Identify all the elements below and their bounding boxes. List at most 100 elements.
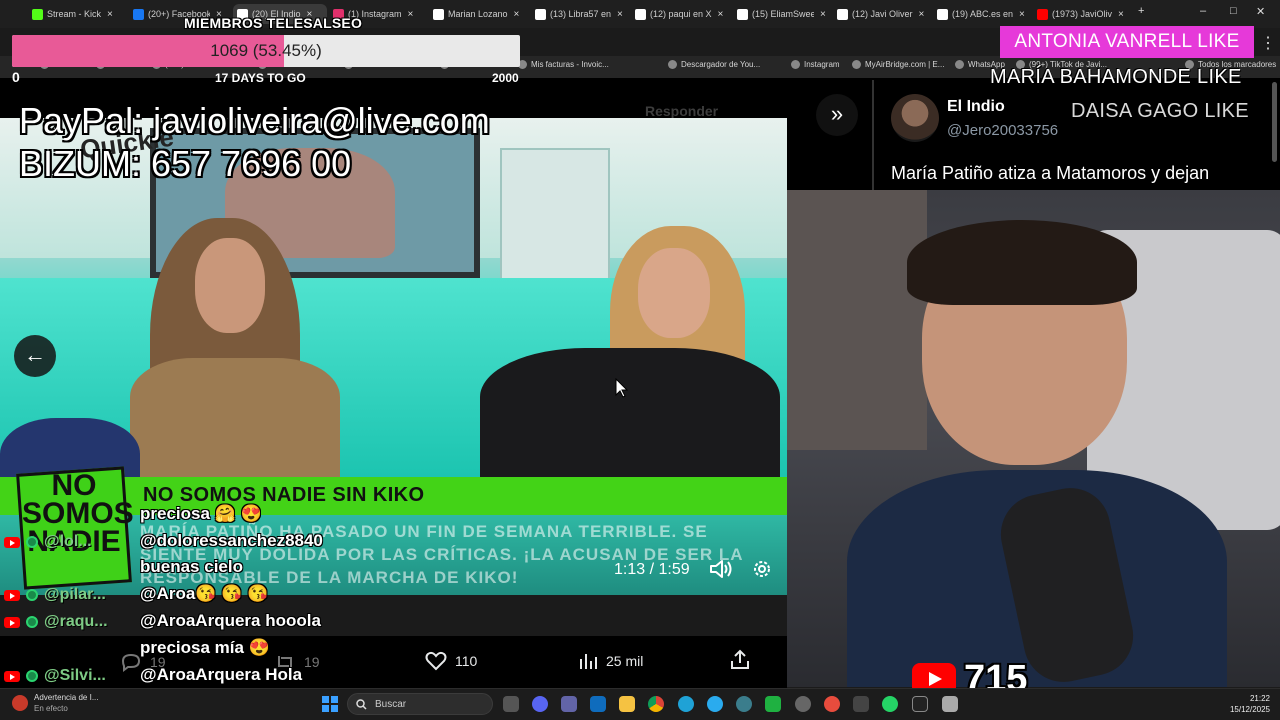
obs-icon[interactable] <box>853 696 869 712</box>
views-count: 25 mil <box>606 653 644 669</box>
tab-favicon-icon <box>32 8 43 20</box>
heart-icon <box>425 651 447 671</box>
streamer-hair <box>907 220 1137 305</box>
chat-message: @doloressanchez8840 <box>140 531 323 550</box>
tab-close-icon[interactable]: × <box>718 9 724 20</box>
goal-progress-label: 1069 (53.45%) <box>210 41 322 60</box>
youtube-icon <box>4 616 20 628</box>
tab-title: (13) Libra57 en <box>550 9 612 19</box>
video-timecode: 1:13 / 1:59 <box>614 561 690 578</box>
avatar[interactable] <box>891 94 939 142</box>
task-view-icon[interactable] <box>503 696 519 712</box>
more-options-icon[interactable]: ⋮ <box>1260 33 1276 53</box>
tab-title: (15) EliamSwee <box>752 9 814 19</box>
volume-icon[interactable] <box>709 558 733 580</box>
bookmark-item[interactable]: Descargador de You... <box>668 60 760 69</box>
tab-favicon-icon <box>937 8 948 20</box>
bookmark-icon <box>791 60 800 69</box>
minimize-icon[interactable]: – <box>1200 5 1206 17</box>
browser-tab[interactable]: (15) EliamSwee × <box>737 4 831 24</box>
bookmark-label: Descargador de You... <box>681 60 761 69</box>
tab-close-icon[interactable]: × <box>408 9 414 20</box>
gear-icon[interactable] <box>751 558 773 580</box>
like-alert: DAISA GAGO LIKE <box>1071 100 1249 122</box>
tab-title: Stream - Kick <box>47 9 102 19</box>
chat-message: preciosa mía 😍 <box>140 638 270 657</box>
teams-icon[interactable] <box>561 696 577 712</box>
share-icon[interactable] <box>729 648 751 670</box>
member-badge-icon <box>26 589 38 601</box>
browser-tab[interactable]: (1973) JaviOliv × <box>1037 4 1131 24</box>
file-explorer-icon[interactable] <box>619 696 635 712</box>
bookmark-label: MyAirBridge.com | E... <box>865 60 945 69</box>
tab-title: (12) Javi Oliver <box>852 9 913 19</box>
clock-date: 15/12/2025 <box>1229 705 1270 714</box>
youtube-icon <box>4 536 20 548</box>
post-author[interactable]: El Indio <box>947 98 1005 116</box>
taskbar-search-input[interactable]: Buscar <box>347 693 493 715</box>
bookmark-item[interactable]: Mis facturas - Invoic... <box>518 60 609 69</box>
browser-tab[interactable]: (12) paqui en X × <box>635 4 729 24</box>
scrollbar[interactable] <box>1272 82 1277 162</box>
tab-close-icon[interactable]: × <box>107 9 113 20</box>
browser-tab[interactable]: Marian Lozano × <box>433 4 527 24</box>
whatsapp-icon[interactable] <box>882 696 898 712</box>
chat-username[interactable]: @pilar... <box>44 586 114 604</box>
bookmark-item[interactable]: Instagram <box>791 60 840 69</box>
telegram-icon[interactable] <box>707 696 723 712</box>
browser-tab[interactable]: (12) Javi Oliver × <box>837 4 931 24</box>
reply-icon <box>121 653 141 672</box>
windows-start-icon[interactable] <box>322 696 338 712</box>
close-window-icon[interactable]: ✕ <box>1256 5 1265 18</box>
tab-close-icon[interactable]: × <box>919 9 925 20</box>
bookmark-icon <box>668 60 677 69</box>
bookmark-icon <box>955 60 964 69</box>
system-clock: 21:22 15/12/2025 <box>1218 693 1270 715</box>
post-handle[interactable]: @Jero20033756 <box>947 122 1058 139</box>
chat-author-row: @Silvi... <box>4 665 114 687</box>
youtube-icon <box>4 589 20 601</box>
tab-close-icon[interactable]: × <box>1118 9 1124 20</box>
discord-icon[interactable] <box>532 696 548 712</box>
green-app-icon[interactable] <box>765 696 781 712</box>
presenter-right-face <box>638 248 710 338</box>
views-action[interactable]: 25 mil <box>578 651 643 671</box>
like-action[interactable]: 110 <box>425 651 477 671</box>
security-warning-notification[interactable]: Advertencia de I... En efecto <box>12 692 98 714</box>
browser-tab[interactable]: Stream - Kick × <box>32 4 126 24</box>
maximize-icon[interactable]: □ <box>1230 5 1237 17</box>
search-placeholder: Buscar <box>375 698 407 710</box>
tab-favicon-icon <box>1037 8 1048 20</box>
back-arrow-button[interactable]: ← <box>14 335 56 377</box>
tab-favicon-icon <box>433 8 444 20</box>
browser-tab[interactable]: (13) Libra57 en × <box>535 4 629 24</box>
post-text: María Patiño atiza a Matamoros y dejan <box>891 163 1210 183</box>
red-app-icon[interactable] <box>824 696 840 712</box>
tab-close-icon[interactable]: × <box>617 9 623 20</box>
tab-close-icon[interactable]: × <box>514 9 520 20</box>
tab-title: (1973) JaviOliv <box>1052 9 1113 19</box>
goal-title: MIEMBROS TELESALSEO <box>184 15 363 31</box>
outlook-icon[interactable] <box>590 696 606 712</box>
tab-close-icon[interactable]: × <box>1019 9 1025 20</box>
member-badge-icon <box>26 616 38 628</box>
bookmark-icon <box>852 60 861 69</box>
brick-wall <box>787 190 927 450</box>
new-tab-button[interactable]: + <box>1138 5 1144 17</box>
edge-icon[interactable] <box>678 696 694 712</box>
bookmark-item[interactable]: MyAirBridge.com | E... <box>852 60 944 69</box>
chat-username[interactable]: @raqu... <box>44 613 114 631</box>
browser-tab[interactable]: (19) ABC.es en × <box>937 4 1031 24</box>
chat-username[interactable]: @Silvi... <box>44 667 114 685</box>
chat-message: @AroaArquera hooola <box>140 611 321 630</box>
tab-favicon-icon <box>133 8 144 20</box>
chrome-icon[interactable] <box>648 696 664 712</box>
tab-close-icon[interactable]: × <box>820 9 826 20</box>
browser-icon[interactable] <box>736 696 752 712</box>
like-alert: MARÍA BAHAMONDE LIKE <box>990 66 1242 88</box>
tiktok-icon[interactable] <box>912 696 928 712</box>
chat-username[interactable]: @lol... <box>44 533 114 551</box>
settings-app-icon[interactable] <box>795 696 811 712</box>
app-icon[interactable] <box>942 696 958 712</box>
expand-chevron-button[interactable]: » <box>816 94 858 136</box>
